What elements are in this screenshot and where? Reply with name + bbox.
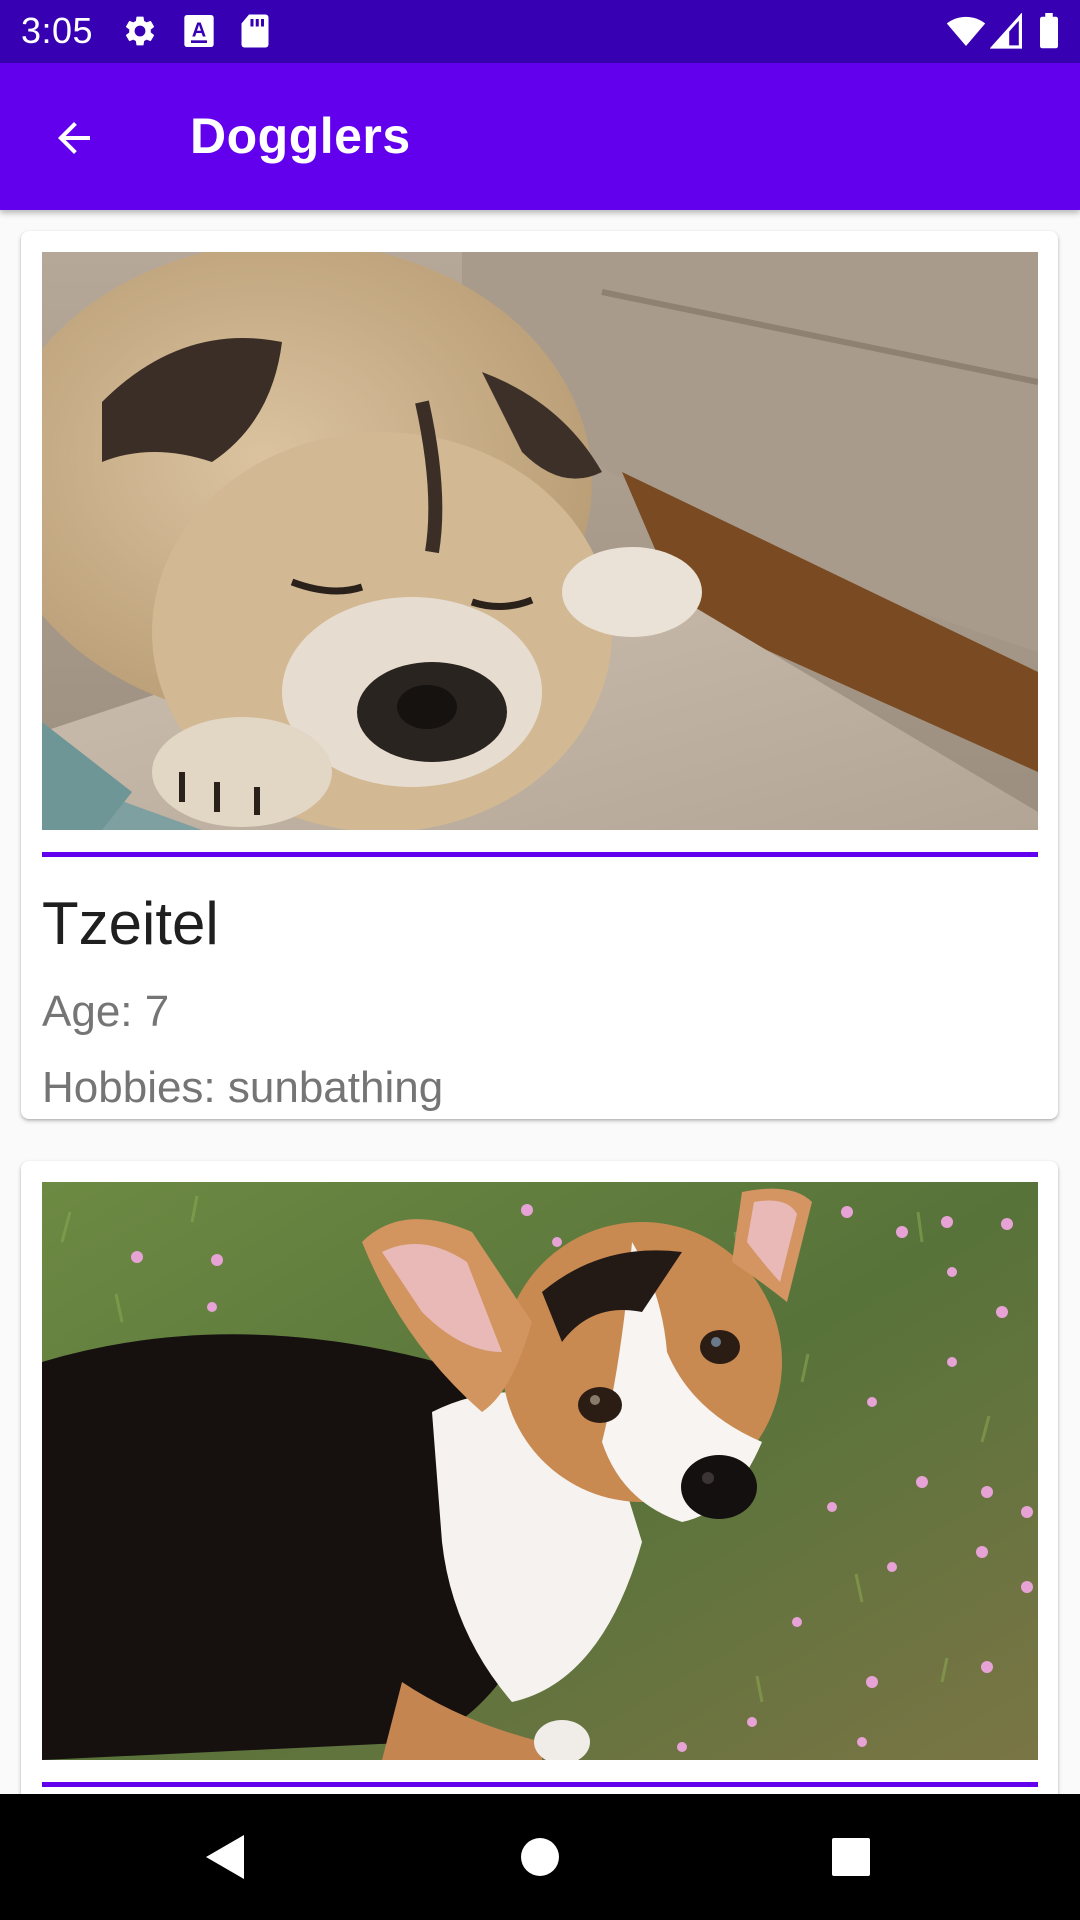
status-bar: 3:05 A: [0, 0, 1080, 63]
dog-age: Age: 7: [42, 987, 170, 1036]
sd-card-icon: [241, 14, 269, 48]
recents-square-icon[interactable]: [821, 1827, 881, 1887]
app-bar: Dogglers: [0, 63, 1080, 210]
text-a-icon: A: [184, 15, 214, 47]
pug-photo: [42, 252, 1038, 830]
navigation-bar: [0, 1794, 1080, 1920]
card-divider: [42, 1782, 1038, 1787]
back-button[interactable]: [28, 103, 120, 173]
dog-name: Tzeitel: [42, 890, 219, 957]
battery-icon: [1040, 13, 1058, 49]
dog-photo: [42, 252, 1038, 830]
back-triangle-icon[interactable]: [196, 1827, 256, 1887]
gear-icon: [125, 16, 155, 46]
corgi-photo: [42, 1182, 1038, 1760]
arrow-back-icon: [58, 122, 90, 154]
home-circle-icon[interactable]: [510, 1827, 570, 1887]
dog-card: Tzeitel Age: 7 Hobbies: sunbathing: [21, 231, 1058, 1119]
page-title: Dogglers: [190, 108, 411, 164]
svg-text:A: A: [192, 19, 206, 41]
card-divider: [42, 852, 1038, 857]
dog-list[interactable]: Tzeitel Age: 7 Hobbies: sunbathing: [0, 210, 1080, 1794]
status-time: 3:05: [21, 10, 94, 51]
signal-icon: [990, 13, 1022, 49]
dog-card: [21, 1161, 1058, 1794]
dog-photo: [42, 1182, 1038, 1760]
dog-hobbies: Hobbies: sunbathing: [42, 1063, 444, 1112]
wifi-icon: [946, 16, 986, 46]
